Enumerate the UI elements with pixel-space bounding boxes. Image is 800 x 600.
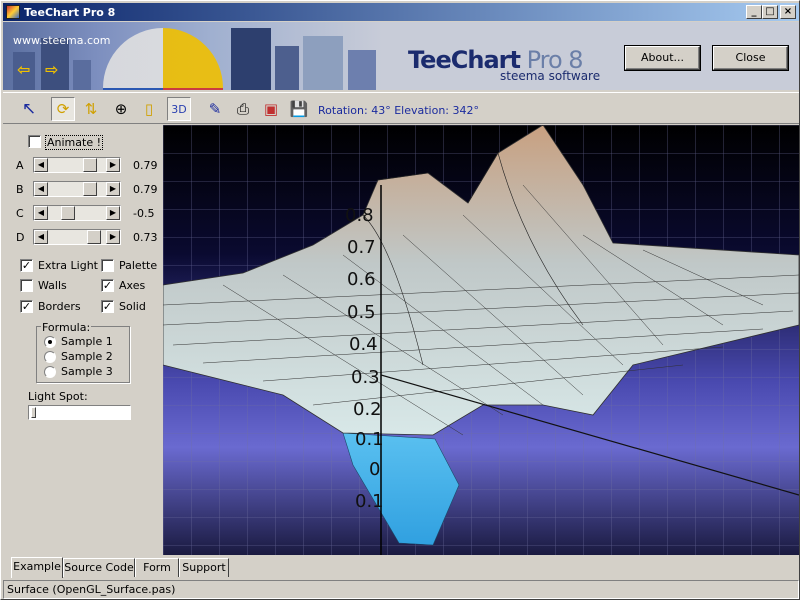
slider-value: -0.5 [133,207,155,220]
surface-chart: 0.8 0.7 0.6 0.5 0.4 0.3 0.2 0.1 0 0.1 [163,125,799,555]
slider-right-arrow-icon[interactable]: ▶ [106,206,120,220]
animate-label[interactable]: Animate ! [45,135,103,150]
close-window-button[interactable]: × [780,5,796,19]
tab-bar: Example Source Code Form Support [3,557,799,579]
minimize-button[interactable]: _ [746,5,762,19]
sample2-radio[interactable] [44,351,56,363]
title-bar[interactable]: TeeChart Pro 8 _ □ × [3,3,799,21]
slider-thumb[interactable] [61,206,75,220]
3d-toggle-icon[interactable]: 3D [167,97,191,121]
borders-checkbox[interactable]: ✓ [20,300,33,313]
logo-subtitle: steema software [500,69,601,83]
solid-checkbox[interactable]: ✓ [101,300,114,313]
tab-source-code[interactable]: Source Code [63,558,135,577]
export-icon[interactable]: ▣ [259,97,283,121]
controls-panel: Animate ! A ◀ ▶ 0.79 B ◀ ▶ 0.79 C ◀ ▶ -0… [3,125,161,555]
walls-checkbox[interactable] [20,279,33,292]
pie-graphic [103,28,223,90]
sample2-label: Sample 2 [61,350,113,363]
z-tick: 0.1 [355,429,384,450]
zoom-icon[interactable]: ⊕ [109,97,133,121]
pointer-icon[interactable]: ↖ [17,97,41,121]
slider-right-arrow-icon[interactable]: ▶ [106,182,120,196]
light-spot-track[interactable] [28,405,131,420]
axes-label: Axes [119,279,146,292]
slider-label: D [16,231,25,244]
formula-title: Formula: [41,321,92,334]
slider-left-arrow-icon[interactable]: ◀ [34,206,48,220]
palette-checkbox[interactable] [101,259,114,272]
slider-label: A [16,159,24,172]
slider-right-arrow-icon[interactable]: ▶ [106,230,120,244]
sample3-radio[interactable] [44,366,56,378]
slider-value: 0.79 [133,159,158,172]
slider-value: 0.73 [133,231,158,244]
z-tick: 0.5 [347,302,376,323]
z-tick: 0.7 [347,237,376,258]
status-bar: Surface (OpenGL_Surface.pas) [3,580,799,599]
window-controls: _ □ × [746,5,796,19]
about-button[interactable]: About... [625,46,700,70]
rotation-readout: Rotation: 43° Elevation: 342° [318,104,479,117]
tab-support[interactable]: Support [179,558,229,577]
solid-label: Solid [119,300,146,313]
animate-checkbox[interactable] [28,135,41,148]
slider-label: B [16,183,24,196]
sample1-radio[interactable] [44,336,56,348]
extra-light-checkbox[interactable]: ✓ [20,259,33,272]
z-tick: 0.3 [351,367,380,388]
slider-left-arrow-icon[interactable]: ◀ [34,182,48,196]
light-spot-label: Light Spot: [28,390,88,403]
z-tick: 0.8 [345,205,374,226]
arrow-right-icon[interactable]: ⇨ [45,60,58,79]
extra-light-label: Extra Light [38,259,98,272]
sample1-label: Sample 1 [61,335,113,348]
slider-left-arrow-icon[interactable]: ◀ [34,230,48,244]
depth-icon[interactable]: ▯ [137,97,161,121]
palette-label: Palette [119,259,158,272]
slider-right-arrow-icon[interactable]: ▶ [106,158,120,172]
maximize-button[interactable]: □ [762,5,778,19]
slider-thumb[interactable] [87,230,101,244]
print-icon[interactable]: ⎙ [231,97,255,121]
z-tick: 0.1 [355,491,384,512]
edit-chart-icon[interactable]: ✎ [203,97,227,121]
slider-track[interactable]: ◀ ▶ [33,229,121,245]
tab-example[interactable]: Example [11,557,63,578]
slider-track[interactable]: ◀ ▶ [33,181,121,197]
move-icon[interactable]: ⇅ [79,97,103,121]
slider-thumb[interactable] [83,158,97,172]
website-link[interactable]: www.steema.com [13,34,111,47]
app-icon[interactable] [6,5,20,19]
sample3-label: Sample 3 [61,365,113,378]
z-tick: 0 [369,459,380,480]
z-tick: 0.6 [347,269,376,290]
app-window: TeeChart Pro 8 _ □ × www.steema.com ⇦ ⇨ … [0,0,800,600]
slider-track[interactable]: ◀ ▶ [33,157,121,173]
toolbar: ↖ ⟳ ⇅ ⊕ ▯ 3D ✎ ⎙ ▣ 💾 Rotation: 43° Eleva… [3,92,799,124]
light-spot-thumb[interactable] [31,407,36,418]
tab-form[interactable]: Form [135,558,179,577]
walls-label: Walls [38,279,67,292]
z-tick: 0.4 [349,334,378,355]
slider-value: 0.79 [133,183,158,196]
slider-left-arrow-icon[interactable]: ◀ [34,158,48,172]
borders-label: Borders [38,300,81,313]
slider-label: C [16,207,24,220]
slider-thumb[interactable] [83,182,97,196]
banner-image [3,22,383,90]
banner: www.steema.com ⇦ ⇨ TeeChart Pro 8 steema… [3,22,799,90]
window-title: TeeChart Pro 8 [24,5,116,19]
arrow-left-icon[interactable]: ⇦ [17,60,30,79]
close-button[interactable]: Close [713,46,788,70]
axes-checkbox[interactable]: ✓ [101,279,114,292]
chart-area[interactable]: 0.8 0.7 0.6 0.5 0.4 0.3 0.2 0.1 0 0.1 [163,125,799,555]
save-icon[interactable]: 💾 [287,97,311,121]
z-tick: 0.2 [353,399,382,420]
slider-track[interactable]: ◀ ▶ [33,205,121,221]
rotate-icon[interactable]: ⟳ [51,97,75,121]
